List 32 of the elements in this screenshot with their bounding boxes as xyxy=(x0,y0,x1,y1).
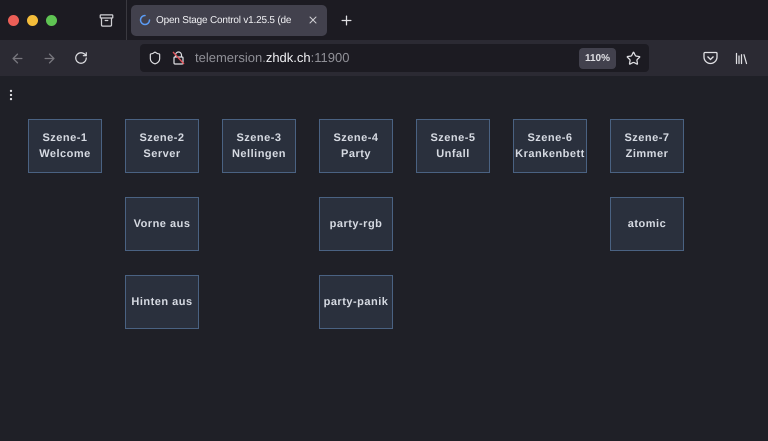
tab-tray-icon[interactable] xyxy=(99,12,114,28)
scene-button[interactable]: Szene-6 Krankenbett xyxy=(513,119,587,173)
shield-icon[interactable] xyxy=(148,51,162,65)
scene-button[interactable]: Szene-5 Unfall xyxy=(416,119,490,173)
tab-title: Open Stage Control v1.25.5 (de xyxy=(156,14,292,28)
scene-button[interactable]: Szene-2 Server xyxy=(125,119,199,173)
close-window-icon[interactable] xyxy=(8,14,19,26)
library-icon[interactable] xyxy=(734,50,749,66)
scene-button[interactable]: Szene-4 Party xyxy=(319,119,393,173)
reload-icon[interactable] xyxy=(74,51,88,65)
bookmark-star-icon[interactable] xyxy=(626,50,641,66)
insecure-lock-icon[interactable] xyxy=(172,51,185,65)
scene-button[interactable]: party-panik xyxy=(319,275,393,329)
maximize-window-icon[interactable] xyxy=(46,14,57,26)
loading-spinner-icon xyxy=(139,14,151,26)
forward-icon[interactable] xyxy=(42,50,57,66)
scene-button[interactable]: Vorne aus xyxy=(125,197,199,251)
new-tab-icon[interactable] xyxy=(339,12,354,28)
scene-button[interactable]: Szene-1 Welcome xyxy=(28,119,102,173)
browser-tab[interactable]: Open Stage Control v1.25.5 (de xyxy=(131,4,327,36)
close-tab-icon[interactable] xyxy=(307,14,319,26)
back-icon[interactable] xyxy=(10,50,25,66)
minimize-window-icon[interactable] xyxy=(27,14,38,26)
scene-button[interactable]: Szene-7 Zimmer xyxy=(610,119,684,173)
pocket-icon[interactable] xyxy=(703,51,718,65)
address-bar[interactable]: telemersion.zhdk.ch:11900 110% xyxy=(140,44,649,72)
scene-button[interactable]: Hinten aus xyxy=(125,275,199,329)
scene-button[interactable]: atomic xyxy=(610,197,684,251)
scene-button[interactable]: party-rgb xyxy=(319,197,393,251)
zoom-level-badge[interactable]: 110% xyxy=(578,48,616,68)
scene-button[interactable]: Szene-3 Nellingen xyxy=(222,119,296,173)
url-text: telemersion.zhdk.ch:11900 xyxy=(195,49,350,68)
